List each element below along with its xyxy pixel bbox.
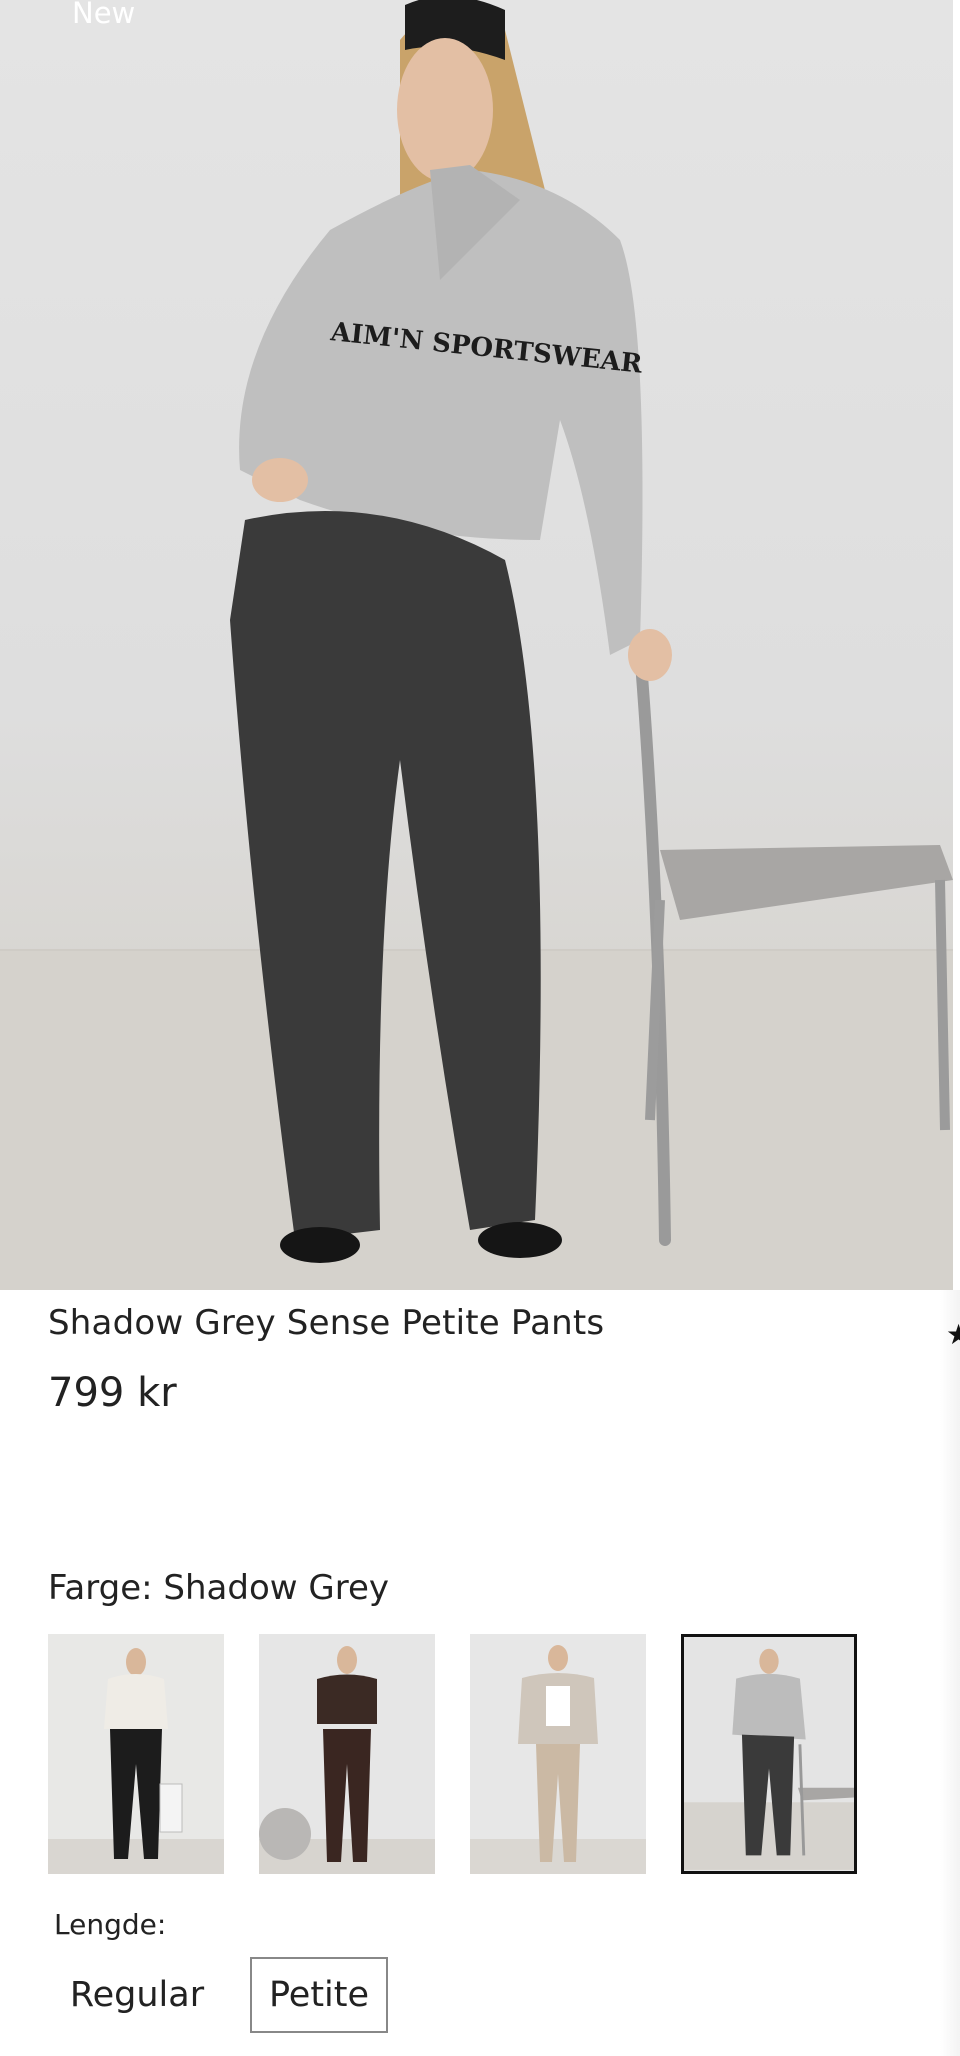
edge-shadow [940,1290,960,2056]
swatch-image [259,1634,435,1874]
new-badge: New [72,0,136,30]
swatch-image [684,1638,854,1870]
swatch-image [470,1634,646,1874]
product-title: Shadow Grey Sense Petite Pants [48,1303,605,1343]
color-swatch-black[interactable] [48,1634,224,1874]
product-price: 799 kr [48,1370,177,1416]
color-label: Farge: Shadow Grey [48,1568,389,1608]
color-swatches [48,1634,868,1874]
length-label: Lengde: [54,1908,167,1941]
length-option-regular[interactable]: Regular [52,1957,222,2033]
swatch-image [48,1634,224,1874]
star-icon[interactable]: ★ [946,1318,960,1351]
color-swatch-beige[interactable] [470,1634,646,1874]
color-swatch-brown[interactable] [259,1634,435,1874]
length-option-petite[interactable]: Petite [250,1957,388,2033]
color-swatch-shadow-grey[interactable] [681,1634,857,1874]
model-photo: AIM'N SPORTSWEAR [0,0,953,1290]
product-hero-image[interactable]: AIM'N SPORTSWEAR New [0,0,953,1290]
